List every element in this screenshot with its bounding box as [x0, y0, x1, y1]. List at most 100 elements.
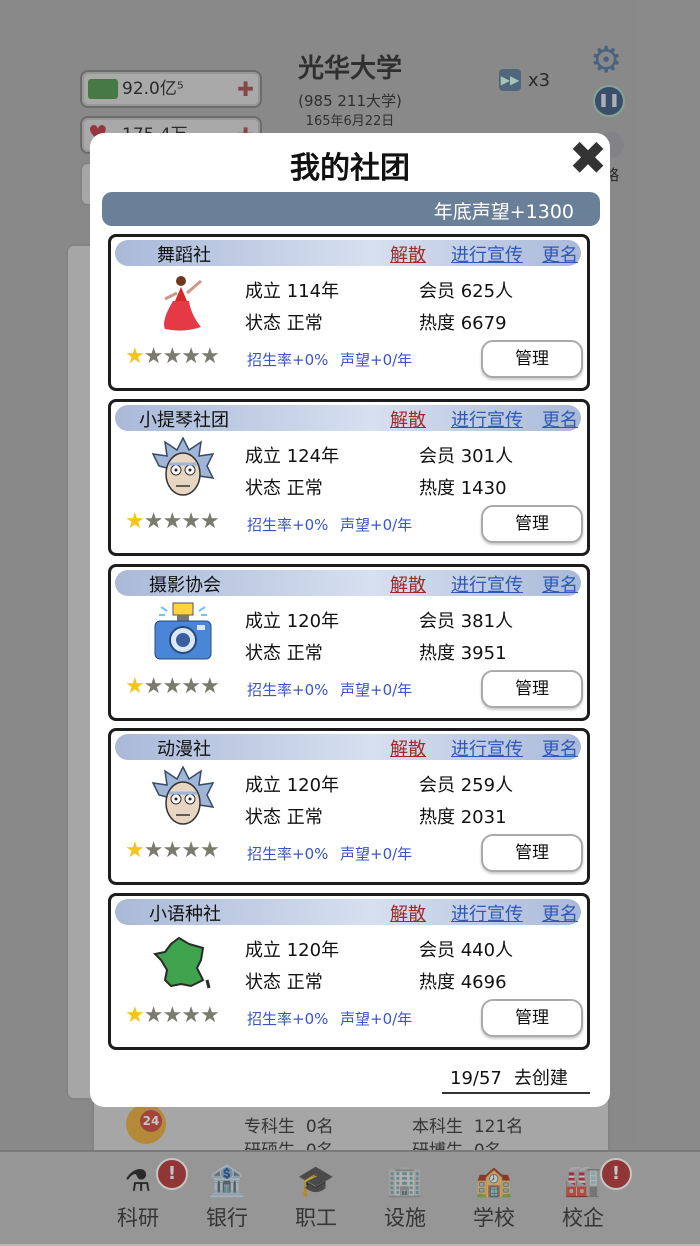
club-rating: ★★★★★	[125, 838, 220, 863]
club-name: 小提琴社团	[139, 410, 229, 431]
prestige-text: 年底声望+1300	[433, 201, 574, 223]
club-heat: 热度 6679	[419, 313, 507, 334]
star-icon-empty: ★	[199, 838, 220, 863]
dissolve-link[interactable]: 解散	[390, 900, 426, 926]
club-name: 舞蹈社	[157, 245, 211, 266]
dancer-icon	[164, 276, 202, 331]
star-icon-empty: ★	[162, 1003, 183, 1028]
star-icon-empty: ★	[143, 838, 164, 863]
club-prestige-rate: 声望+0/年	[340, 351, 413, 369]
close-icon[interactable]: ✖	[566, 135, 610, 181]
club-header: 动漫社 解散 进行宣传 更名	[115, 734, 581, 760]
club-card: 摄影协会 解散 进行宣传 更名 成立 120年 会员 381人 状态 正常 热度…	[108, 564, 590, 721]
club-founded: 成立 114年	[245, 281, 340, 302]
club-status: 状态 正常	[245, 807, 323, 828]
club-heat: 热度 4696	[419, 972, 507, 993]
club-heat: 热度 3951	[419, 643, 507, 664]
club-header: 小语种社 解散 进行宣传 更名	[115, 899, 581, 925]
camera-flash-icon	[154, 602, 212, 660]
star-icon-empty: ★	[143, 1003, 164, 1028]
star-icon-empty: ★	[162, 509, 183, 534]
manage-button[interactable]: 管理	[481, 834, 583, 872]
club-prestige-rate: 声望+0/年	[340, 681, 413, 699]
star-icon-empty: ★	[181, 674, 201, 699]
star-icon-empty: ★	[181, 344, 201, 369]
dissolve-link[interactable]: 解散	[390, 571, 426, 597]
prestige-banner: 年底声望+1300	[102, 192, 600, 226]
club-members: 会员 301人	[419, 446, 514, 467]
club-enroll-rate: 招生率+0%	[247, 516, 329, 534]
promote-link[interactable]: 进行宣传	[451, 900, 523, 926]
club-prestige-rate: 声望+0/年	[340, 845, 413, 863]
star-icon-filled: ★	[125, 509, 145, 534]
rename-link[interactable]: 更名	[542, 735, 578, 761]
club-founded: 成立 120年	[245, 775, 340, 796]
club-enroll-rate: 招生率+0%	[247, 681, 329, 699]
club-heat: 热度 2031	[419, 807, 507, 828]
star-icon-empty: ★	[199, 1003, 220, 1028]
star-icon-filled: ★	[125, 674, 145, 699]
manage-button[interactable]: 管理	[481, 670, 583, 708]
club-prestige-rate: 声望+0/年	[340, 516, 413, 534]
club-members: 会员 440人	[419, 940, 514, 961]
club-rating: ★★★★★	[125, 1003, 220, 1028]
club-status: 状态 正常	[245, 972, 323, 993]
star-icon-empty: ★	[143, 344, 164, 369]
manage-button[interactable]: 管理	[481, 340, 583, 378]
rick-face-icon	[151, 765, 215, 825]
promote-link[interactable]: 进行宣传	[451, 241, 523, 267]
club-members: 会员 625人	[419, 281, 514, 302]
dialog-title: 我的社团	[290, 151, 410, 186]
club-rating: ★★★★★	[125, 344, 220, 369]
club-header: 小提琴社团 解散 进行宣传 更名	[115, 405, 581, 431]
dissolve-link[interactable]: 解散	[390, 406, 426, 432]
promote-link[interactable]: 进行宣传	[451, 735, 523, 761]
star-icon-filled: ★	[125, 344, 145, 369]
star-icon-empty: ★	[199, 674, 220, 699]
star-icon-empty: ★	[162, 674, 183, 699]
club-founded: 成立 120年	[245, 611, 340, 632]
club-status: 状态 正常	[245, 313, 323, 334]
club-header: 摄影协会 解散 进行宣传 更名	[115, 570, 581, 596]
club-heat: 热度 1430	[419, 478, 507, 499]
star-icon-empty: ★	[199, 509, 220, 534]
star-icon-empty: ★	[181, 838, 201, 863]
club-founded: 成立 120年	[245, 940, 340, 961]
club-card: 动漫社 解散 进行宣传 更名 成立 120年 会员 259人 状态 正常 热度 …	[108, 728, 590, 885]
star-icon-empty: ★	[181, 509, 201, 534]
rename-link[interactable]: 更名	[542, 406, 578, 432]
create-club-label[interactable]: 去创建	[514, 1068, 568, 1089]
dissolve-link[interactable]: 解散	[390, 735, 426, 761]
star-icon-empty: ★	[143, 509, 164, 534]
club-status: 状态 正常	[245, 478, 323, 499]
france-map-icon	[152, 936, 211, 989]
star-icon-empty: ★	[143, 674, 164, 699]
club-card: 小语种社 解散 进行宣传 更名 成立 120年 会员 440人 状态 正常 热度…	[108, 893, 590, 1050]
club-card: 小提琴社团 解散 进行宣传 更名 成立 124年 会员 301人 状态 正常 热…	[108, 399, 590, 556]
club-header: 舞蹈社 解散 进行宣传 更名	[115, 240, 581, 266]
club-count: 19/57	[450, 1068, 502, 1089]
club-rating: ★★★★★	[125, 674, 220, 699]
star-icon-filled: ★	[125, 838, 145, 863]
star-icon-empty: ★	[162, 838, 183, 863]
club-enroll-rate: 招生率+0%	[247, 351, 329, 369]
rename-link[interactable]: 更名	[542, 571, 578, 597]
dissolve-link[interactable]: 解散	[390, 241, 426, 267]
club-rating: ★★★★★	[125, 509, 220, 534]
star-icon-empty: ★	[162, 344, 183, 369]
club-name: 摄影协会	[149, 575, 221, 596]
promote-link[interactable]: 进行宣传	[451, 571, 523, 597]
club-name: 动漫社	[157, 739, 211, 760]
manage-button[interactable]: 管理	[481, 999, 583, 1037]
club-members: 会员 259人	[419, 775, 514, 796]
rename-link[interactable]: 更名	[542, 900, 578, 926]
club-prestige-rate: 声望+0/年	[340, 1010, 413, 1028]
manage-button[interactable]: 管理	[481, 505, 583, 543]
club-name: 小语种社	[149, 904, 221, 925]
rename-link[interactable]: 更名	[542, 241, 578, 267]
club-enroll-rate: 招生率+0%	[247, 845, 329, 863]
create-club-link[interactable]: 19/57 去创建	[442, 1064, 590, 1094]
promote-link[interactable]: 进行宣传	[451, 406, 523, 432]
rick-face-icon	[151, 436, 215, 496]
club-card: 舞蹈社 解散 进行宣传 更名 成立 114年 会员 625人 状态 正常 热度 …	[108, 234, 590, 391]
